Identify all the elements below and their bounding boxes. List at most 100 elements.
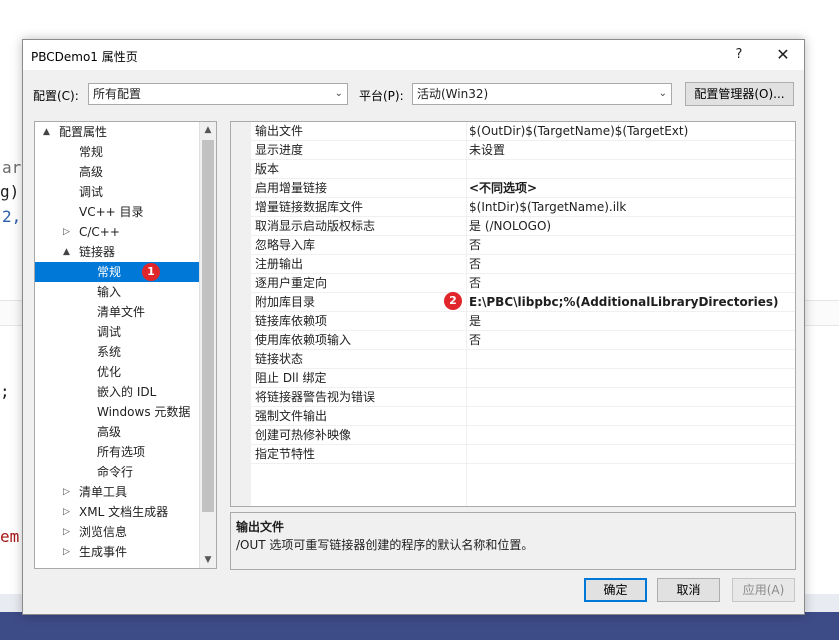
property-row[interactable]: 将链接器警告视为错误: [251, 388, 795, 407]
scroll-down-icon[interactable]: ▼: [200, 552, 216, 568]
tree-item[interactable]: 系统: [35, 342, 200, 362]
tree-item-label: 输入: [97, 285, 122, 299]
property-row[interactable]: 输出文件 $(OutDir)$(TargetName)$(TargetExt): [251, 122, 795, 141]
property-row[interactable]: 取消显示启动版权标志 是 (/NOLOGO): [251, 217, 795, 236]
tree-item[interactable]: 命令行: [35, 462, 200, 482]
tree-item-label: 常规: [97, 265, 122, 279]
tree-item[interactable]: 输入: [35, 282, 200, 302]
config-label: 配置(C):: [33, 89, 79, 103]
property-name: 链接状态: [255, 352, 304, 366]
collapsed-arrow-icon[interactable]: ▷: [63, 522, 70, 542]
property-name: 启用增量链接: [255, 181, 328, 195]
property-value[interactable]: 否: [469, 274, 481, 292]
tree-item[interactable]: 调试: [35, 322, 200, 342]
property-value[interactable]: 否: [469, 255, 481, 273]
property-row[interactable]: 附加库目录 E:\PBC\libpbc;%(AdditionalLibraryDi…: [251, 293, 795, 312]
config-combo[interactable]: 所有配置 ⌄: [88, 83, 348, 105]
description-title: 输出文件: [236, 520, 285, 534]
collapsed-arrow-icon[interactable]: ▷: [63, 502, 70, 522]
property-row[interactable]: 启用增量链接 <不同选项>: [251, 179, 795, 198]
tree-item[interactable]: 高级: [35, 422, 200, 442]
property-row[interactable]: 显示进度 未设置: [251, 141, 795, 160]
tree-item-label: 生成事件: [79, 545, 128, 559]
close-icon[interactable]: ✕: [771, 43, 795, 67]
chevron-down-icon: ⌄: [334, 88, 343, 99]
property-name: 输出文件: [255, 124, 304, 138]
help-icon[interactable]: ?: [728, 44, 750, 66]
tree-item-label: 清单工具: [79, 485, 128, 499]
property-tree[interactable]: ▷ 生成事件 ▷ 浏览信息 ▷ XML 文档生成器 ▷ 清单工具 命令行 所有选项 高级 Window…: [34, 121, 217, 569]
property-row[interactable]: 指定节特性: [251, 445, 795, 464]
property-value[interactable]: <不同选项>: [469, 179, 537, 197]
property-row[interactable]: 注册输出 否: [251, 255, 795, 274]
property-value[interactable]: 否: [469, 236, 481, 254]
tree-item-label: VC++ 目录: [79, 205, 144, 219]
property-row[interactable]: 版本: [251, 160, 795, 179]
collapsed-arrow-icon[interactable]: ▷: [63, 482, 70, 502]
property-row[interactable]: 使用库依赖项输入 否: [251, 331, 795, 350]
apply-button[interactable]: 应用(A): [732, 578, 795, 602]
property-name: 忽略导入库: [255, 238, 316, 252]
expanded-arrow-icon[interactable]: ▲: [63, 242, 70, 262]
property-name: 指定节特性: [255, 447, 316, 461]
tree-item[interactable]: 所有选项: [35, 442, 200, 462]
tree-item[interactable]: ▷ XML 文档生成器: [35, 502, 200, 522]
tree-item-label: 系统: [97, 345, 122, 359]
tree-item[interactable]: ▷ C/C++: [35, 222, 200, 242]
tree-item[interactable]: 常规: [35, 142, 200, 162]
tree-item[interactable]: ▷ 清单工具: [35, 482, 200, 502]
dialog-title: PBCDemo1 属性页: [31, 50, 138, 64]
property-grid[interactable]: 输出文件 $(OutDir)$(TargetName)$(TargetExt) 显示…: [230, 121, 796, 507]
property-row[interactable]: 强制文件输出: [251, 407, 795, 426]
property-row[interactable]: 创建可热修补映像: [251, 426, 795, 445]
tree-item[interactable]: 调试: [35, 182, 200, 202]
property-value[interactable]: $(OutDir)$(TargetName)$(TargetExt): [469, 122, 688, 140]
property-value[interactable]: 是: [469, 312, 481, 330]
title-bar: PBCDemo1 属性页 ? ✕: [23, 40, 804, 70]
cancel-button[interactable]: 取消: [657, 578, 720, 602]
property-value[interactable]: E:\PBC\libpbc;%(AdditionalLibraryDirecto…: [469, 293, 778, 311]
property-name: 将链接器警告视为错误: [255, 390, 376, 404]
property-row[interactable]: 增量链接数据库文件 $(IntDir)$(TargetName).ilk: [251, 198, 795, 217]
collapsed-arrow-icon[interactable]: ▷: [63, 222, 70, 242]
tree-item-label: C/C++: [79, 225, 120, 239]
collapsed-arrow-icon[interactable]: ▷: [63, 542, 70, 562]
tree-item[interactable]: ▲ 链接器: [35, 242, 200, 262]
config-combo-value: 所有配置: [93, 87, 142, 101]
property-value[interactable]: 否: [469, 331, 481, 349]
property-row[interactable]: 链接库依赖项 是: [251, 312, 795, 331]
tree-item[interactable]: 清单文件: [35, 302, 200, 322]
tree-item-label: 嵌入的 IDL: [97, 385, 157, 399]
tree-item[interactable]: 嵌入的 IDL: [35, 382, 200, 402]
tree-item[interactable]: 高级: [35, 162, 200, 182]
platform-combo[interactable]: 活动(Win32) ⌄: [412, 83, 672, 105]
platform-combo-value: 活动(Win32): [417, 87, 489, 101]
description-text: /OUT 选项可重写链接器创建的程序的默认名称和位置。: [236, 538, 534, 552]
property-value[interactable]: 未设置: [469, 141, 505, 159]
tree-item[interactable]: 常规: [35, 262, 200, 282]
expanded-arrow-icon[interactable]: ▲: [43, 122, 50, 142]
code-fragment: ar: [2, 158, 22, 177]
property-row[interactable]: 逐用户重定向 否: [251, 274, 795, 293]
property-name: 链接库依赖项: [255, 314, 328, 328]
property-row[interactable]: 阻止 Dll 绑定: [251, 369, 795, 388]
scroll-up-icon[interactable]: ▲: [200, 122, 216, 138]
scroll-thumb[interactable]: [202, 140, 214, 512]
property-pages-dialog: PBCDemo1 属性页 ? ✕ 配置(C): 所有配置 ⌄ 平台(P): 活动…: [22, 39, 805, 615]
property-row[interactable]: 忽略导入库 否: [251, 236, 795, 255]
tree-item[interactable]: ▷ 浏览信息: [35, 522, 200, 542]
tree-item[interactable]: Windows 元数据: [35, 402, 200, 422]
property-row[interactable]: 链接状态: [251, 350, 795, 369]
tree-item[interactable]: ▲ 配置属性: [35, 122, 200, 142]
tree-item[interactable]: VC++ 目录: [35, 202, 200, 222]
tree-item[interactable]: 优化: [35, 362, 200, 382]
ok-button[interactable]: 确定: [584, 578, 647, 602]
tree-item[interactable]: ▷ 生成事件: [35, 542, 200, 562]
property-value[interactable]: 是 (/NOLOGO): [469, 217, 551, 235]
property-name: 阻止 Dll 绑定: [255, 371, 327, 385]
code-fragment: em: [0, 527, 20, 546]
property-name: 取消显示启动版权标志: [255, 219, 376, 233]
tree-scrollbar[interactable]: ▲ ▼: [199, 122, 216, 568]
property-value[interactable]: $(IntDir)$(TargetName).ilk: [469, 198, 626, 216]
config-manager-button[interactable]: 配置管理器(O)...: [685, 82, 794, 106]
